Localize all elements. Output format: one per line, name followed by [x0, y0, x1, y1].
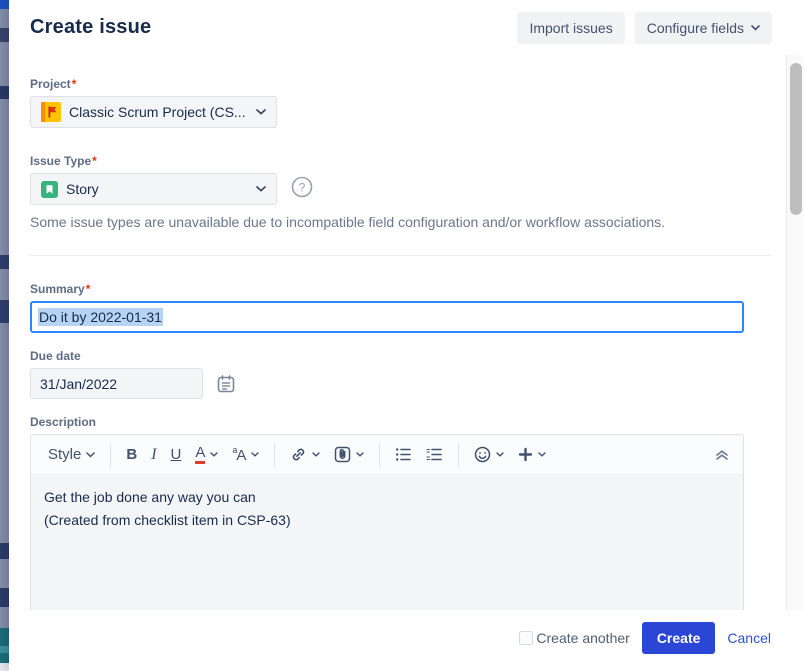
underline-button[interactable]: U: [164, 442, 189, 467]
chevron-down-icon: [251, 452, 259, 457]
dialog-body: Project* Classic Scrum Project (CS... Is…: [9, 55, 804, 610]
svg-text:?: ?: [299, 180, 306, 194]
description-editor: Style B I U A aA: [30, 434, 744, 610]
required-asterisk: *: [86, 282, 91, 296]
toolbar-divider: [274, 443, 275, 467]
background-patch: [0, 663, 9, 671]
numbered-list-icon[interactable]: [419, 443, 450, 466]
background-patch: [0, 653, 9, 663]
background-patch: [0, 628, 9, 646]
chevron-down-icon: [496, 452, 504, 457]
project-select-value: Classic Scrum Project (CS...: [69, 104, 256, 120]
chevron-down-icon: [356, 452, 364, 457]
description-input[interactable]: Get the job done any way you can (Create…: [31, 475, 743, 543]
attachment-icon[interactable]: [327, 442, 371, 467]
scrollbar[interactable]: [786, 55, 804, 610]
import-issues-button[interactable]: Import issues: [517, 12, 624, 44]
dialog-footer: Create another Create Cancel: [9, 610, 804, 671]
summary-input[interactable]: Do it by 2022-01-31: [30, 301, 744, 333]
background-patch: [0, 0, 9, 9]
due-date-input[interactable]: 31/Jan/2022: [30, 368, 203, 399]
description-toolbar: Style B I U A aA: [31, 435, 743, 475]
chevron-down-icon: [256, 109, 266, 115]
required-asterisk: *: [72, 77, 77, 91]
project-label: Project*: [30, 77, 744, 91]
bullet-list-icon[interactable]: [388, 443, 419, 466]
create-another-option[interactable]: Create another: [519, 630, 629, 646]
form-content: Project* Classic Scrum Project (CS... Is…: [9, 77, 804, 610]
create-another-label: Create another: [536, 630, 629, 646]
summary-label: Summary*: [30, 282, 744, 296]
due-date-value: 31/Jan/2022: [40, 376, 117, 392]
background-patch: [0, 588, 9, 607]
due-date-label: Due date: [30, 349, 744, 363]
page-title: Create issue: [30, 16, 151, 39]
chevron-down-icon: [538, 452, 546, 457]
background-page-strip: [0, 0, 9, 671]
chevron-down-icon: [86, 452, 95, 458]
background-patch: [0, 28, 9, 42]
calendar-icon[interactable]: [216, 374, 236, 394]
description-label: Description: [30, 415, 744, 429]
bold-button[interactable]: B: [119, 442, 144, 467]
chevron-down-icon: [256, 186, 266, 192]
link-icon[interactable]: [283, 442, 327, 467]
create-button[interactable]: Create: [642, 622, 716, 654]
configure-fields-label: Configure fields: [647, 20, 744, 36]
description-line: Get the job done any way you can: [44, 486, 730, 509]
toolbar-divider: [379, 443, 380, 467]
background-patch: [0, 646, 9, 653]
summary-input-value: Do it by 2022-01-31: [38, 308, 163, 326]
required-asterisk: *: [92, 154, 97, 168]
cancel-link[interactable]: Cancel: [727, 630, 771, 646]
project-select[interactable]: Classic Scrum Project (CS...: [30, 96, 277, 128]
story-icon: [41, 181, 58, 198]
text-color-button[interactable]: A: [188, 441, 225, 468]
help-icon[interactable]: ?: [291, 176, 313, 198]
chevron-down-icon: [312, 452, 320, 457]
background-patch: [0, 300, 9, 323]
chevron-down-icon: [751, 25, 760, 31]
scrollbar-thumb[interactable]: [790, 63, 802, 215]
insert-plus-icon[interactable]: [511, 443, 553, 466]
more-text-styles-button[interactable]: aA: [225, 441, 266, 468]
create-another-checkbox[interactable]: [519, 631, 533, 645]
issue-type-select[interactable]: Story: [30, 173, 277, 205]
section-divider: [30, 255, 771, 256]
issue-type-note: Some issue types are unavailable due to …: [30, 214, 744, 230]
background-patch: [0, 543, 9, 559]
create-issue-dialog: Create issue Import issues Configure fie…: [9, 0, 804, 671]
header-actions: Import issues Configure fields: [517, 12, 772, 44]
italic-button[interactable]: I: [144, 442, 163, 468]
style-dropdown[interactable]: Style: [41, 442, 102, 467]
chevron-down-icon: [210, 452, 218, 457]
toolbar-divider: [458, 443, 459, 467]
background-patch: [0, 255, 9, 269]
issue-type-select-value: Story: [66, 181, 256, 197]
emoji-icon[interactable]: [467, 442, 511, 467]
project-avatar-icon: [41, 102, 61, 122]
collapse-toolbar-icon[interactable]: [711, 445, 733, 465]
dialog-header: Create issue Import issues Configure fie…: [9, 0, 804, 55]
configure-fields-button[interactable]: Configure fields: [635, 12, 772, 44]
toolbar-divider: [110, 443, 111, 467]
background-patch: [0, 86, 9, 99]
issue-type-label: Issue Type*: [30, 154, 744, 168]
description-line: (Created from checklist item in CSP-63): [44, 509, 730, 532]
